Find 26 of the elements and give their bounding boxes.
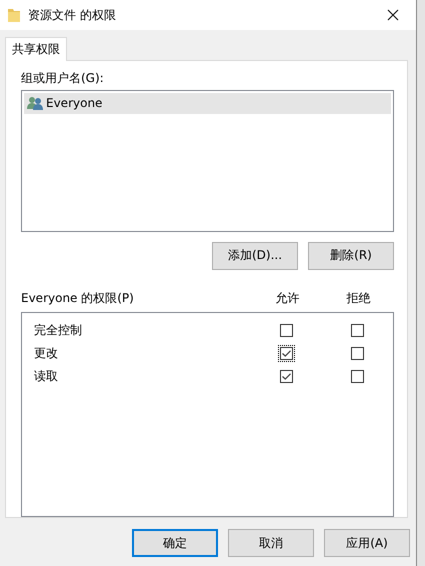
dialog-button[interactable]: 确定 [132, 529, 218, 557]
checkbox[interactable] [349, 322, 366, 339]
checkmark-icon [282, 372, 291, 380]
checkbox[interactable] [278, 322, 295, 339]
window-title: 资源文件 的权限 [28, 6, 117, 24]
close-icon [387, 9, 399, 21]
permission-name: 读取 [33, 368, 59, 385]
action-button[interactable]: 添加(D)... [212, 242, 298, 270]
folder-icon [8, 8, 20, 22]
groups-label: 组或用户名(G): [21, 70, 105, 87]
permissions-label: Everyone 的权限(P) [21, 290, 135, 308]
users-icon [27, 96, 43, 110]
checkbox[interactable] [349, 368, 366, 385]
column-header: 允许 [274, 290, 300, 308]
tab[interactable]: 共享权限 [5, 37, 67, 61]
dialog-button[interactable]: 应用(A) [324, 529, 410, 557]
group-item[interactable]: Everyone [24, 92, 391, 114]
checkmark-icon [282, 350, 291, 357]
checkbox[interactable] [278, 344, 295, 362]
dialog-button[interactable]: 取消 [228, 529, 314, 557]
checkbox[interactable] [349, 344, 366, 362]
action-button[interactable]: 删除(R) [308, 242, 394, 270]
column-header: 拒绝 [346, 290, 372, 308]
checkbox[interactable] [278, 368, 295, 385]
permission-name: 更改 [33, 344, 59, 362]
permission-name: 完全控制 [33, 322, 83, 339]
